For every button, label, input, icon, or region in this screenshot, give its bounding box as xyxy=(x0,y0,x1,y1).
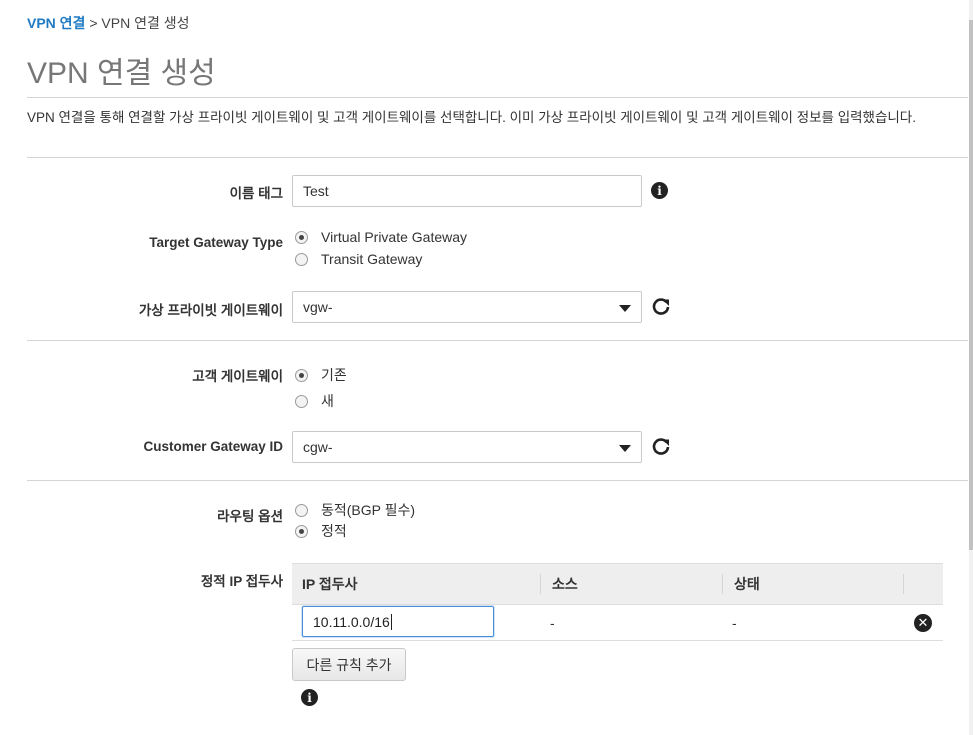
divider xyxy=(27,97,968,98)
refresh-icon[interactable] xyxy=(651,437,671,457)
column-divider xyxy=(903,574,904,594)
radio-dynamic[interactable]: 동적(BGP 필수) xyxy=(295,500,415,520)
breadcrumb-link-vpn-connections[interactable]: VPN 연결 xyxy=(27,15,85,31)
text-cursor xyxy=(390,613,392,630)
radio-button-checked[interactable] xyxy=(295,368,308,382)
scrollbar-thumb[interactable] xyxy=(969,20,973,550)
column-divider xyxy=(540,574,541,594)
prefix-table-header: IP 접두사 소스 상태 xyxy=(292,563,943,605)
radio-button-checked[interactable] xyxy=(295,524,308,538)
remove-icon[interactable]: ✕ xyxy=(914,614,932,632)
divider xyxy=(27,480,968,481)
column-header-source: 소스 xyxy=(552,576,578,592)
virtual-private-gateway-select[interactable]: vgw- xyxy=(292,291,642,323)
static-ip-prefixes-label: 정적 IP 접두사 xyxy=(200,574,283,589)
divider xyxy=(27,340,968,341)
radio-label: Transit Gateway xyxy=(321,251,423,267)
table-row: 10.11.0.0/16 - - ✕ xyxy=(292,605,943,641)
radio-label: 새 xyxy=(321,393,334,409)
add-rule-button[interactable]: 다른 규칙 추가 xyxy=(292,648,406,681)
radio-button[interactable] xyxy=(295,503,308,517)
radio-label: Virtual Private Gateway xyxy=(321,229,468,245)
radio-transit-gateway[interactable]: Transit Gateway xyxy=(295,251,422,267)
radio-new[interactable]: 새 xyxy=(295,391,334,411)
radio-label: 동적(BGP 필수) xyxy=(321,502,416,518)
name-tag-label: 이름 태그 xyxy=(229,186,283,201)
radio-existing[interactable]: 기존 xyxy=(295,365,347,385)
page-title: VPN 연결 생성 xyxy=(27,57,216,90)
routing-options-label: 라우팅 옵션 xyxy=(217,509,283,524)
select-value: vgw- xyxy=(303,299,333,315)
info-icon[interactable]: i xyxy=(651,182,668,199)
radio-label: 정적 xyxy=(321,523,347,539)
virtual-private-gateway-label: 가상 프라이빗 게이트웨이 xyxy=(138,303,283,318)
target-gateway-type-label: Target Gateway Type xyxy=(149,235,283,250)
radio-label: 기존 xyxy=(321,367,347,383)
ip-prefix-value: 10.11.0.0/16 xyxy=(313,613,390,630)
status-cell: - xyxy=(732,615,737,631)
name-tag-value: Test xyxy=(303,183,329,199)
chevron-down-icon xyxy=(619,305,631,312)
column-divider xyxy=(722,574,723,594)
select-value: cgw- xyxy=(303,439,333,455)
breadcrumb-separator: > xyxy=(89,15,98,31)
ip-prefix-input[interactable]: 10.11.0.0/16 xyxy=(302,606,494,637)
breadcrumb: VPN 연결 > VPN 연결 생성 xyxy=(27,13,190,33)
name-tag-input[interactable]: Test xyxy=(292,175,642,207)
info-icon[interactable]: i xyxy=(301,689,318,706)
customer-gateway-id-label: Customer Gateway ID xyxy=(143,439,283,454)
customer-gateway-label: 고객 게이트웨이 xyxy=(192,369,283,384)
radio-button[interactable] xyxy=(295,252,308,266)
radio-static[interactable]: 정적 xyxy=(295,521,347,541)
customer-gateway-id-select[interactable]: cgw- xyxy=(292,431,642,463)
chevron-down-icon xyxy=(619,445,631,452)
source-cell: - xyxy=(550,615,555,631)
refresh-icon[interactable] xyxy=(651,297,671,317)
column-header-status: 상태 xyxy=(734,576,760,592)
breadcrumb-current: VPN 연결 생성 xyxy=(101,15,190,31)
radio-button-checked[interactable] xyxy=(295,230,308,244)
radio-button[interactable] xyxy=(295,394,308,408)
page-description: VPN 연결을 통해 연결할 가상 프라이빗 게이트웨이 및 고객 게이트웨이를… xyxy=(27,110,916,125)
radio-virtual-private-gateway[interactable]: Virtual Private Gateway xyxy=(295,229,467,245)
divider xyxy=(27,157,968,158)
column-header-ip-prefix: IP 접두사 xyxy=(302,576,358,592)
